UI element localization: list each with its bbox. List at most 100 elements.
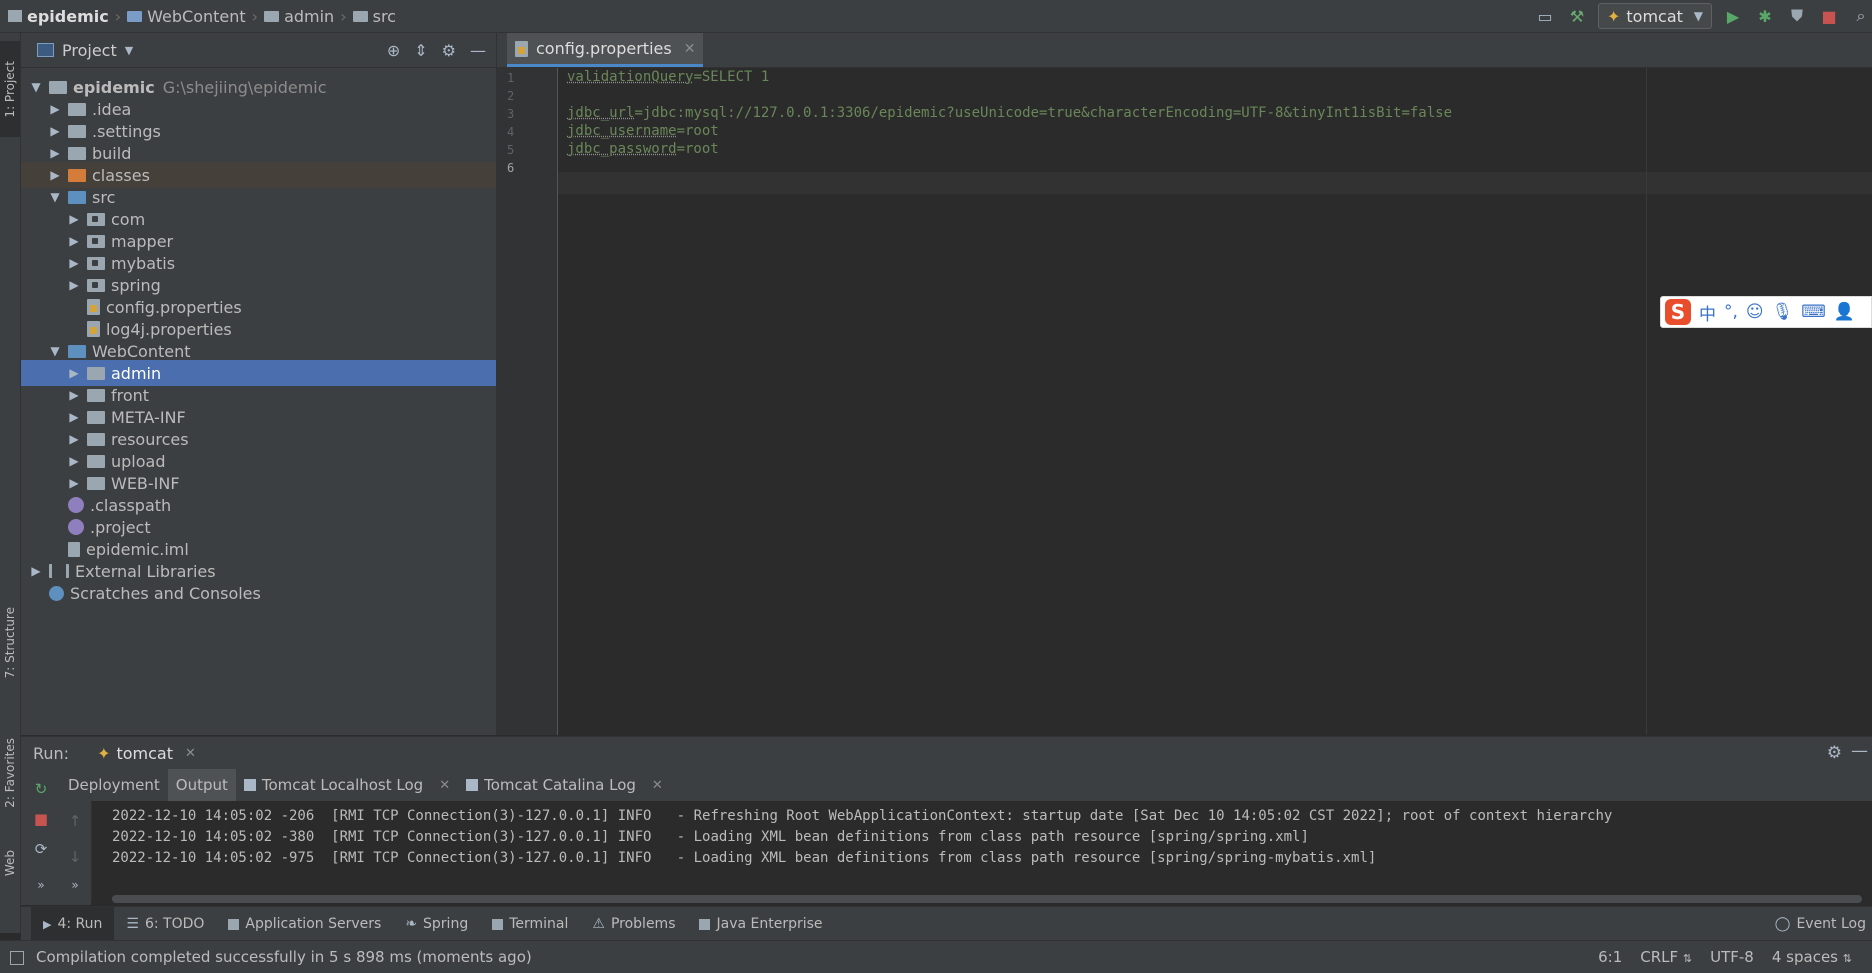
code-editor[interactable]: 123456 validationQuery=SELECT 1 jdbc_url=… xyxy=(497,68,1872,735)
package-icon xyxy=(87,212,105,226)
tool-tab-todo[interactable]: ☰ 6: TODO xyxy=(114,907,216,941)
stop-icon[interactable]: ■ xyxy=(1818,5,1840,27)
horizontal-scrollbar[interactable] xyxy=(112,895,1862,903)
gear-icon[interactable]: ⚙ xyxy=(1827,743,1842,763)
run-configuration-dropdown[interactable]: ✦ tomcat ▼ xyxy=(1598,3,1712,29)
collapsed-arrow-icon[interactable]: ▶ xyxy=(48,146,62,160)
status-message[interactable]: Compilation completed successfully in 5 … xyxy=(36,948,532,966)
line-number: 5 xyxy=(507,143,515,157)
minimize-icon[interactable]: — xyxy=(1851,741,1868,761)
close-icon[interactable]: ✕ xyxy=(652,778,663,793)
collapsed-arrow-icon[interactable]: ▶ xyxy=(29,564,43,578)
collapsed-arrow-icon[interactable]: ▶ xyxy=(67,366,81,380)
caret-position[interactable]: 6:1 xyxy=(1598,948,1622,966)
subtab-tomcat-localhost-log[interactable]: Tomcat Localhost Log ✕ xyxy=(236,769,458,801)
breadcrumb-item-epidemic[interactable]: epidemic xyxy=(8,7,109,26)
indent-selector[interactable]: 4 spaces ⇅ xyxy=(1772,948,1852,966)
breadcrumb-item-src[interactable]: src xyxy=(352,7,396,26)
line-separator-selector[interactable]: CRLF ⇅ xyxy=(1640,948,1692,966)
tool-tab-event-log[interactable]: ◯ Event Log xyxy=(1775,907,1872,941)
libraries-icon xyxy=(49,564,69,578)
run-icon[interactable]: ▶ xyxy=(1722,5,1744,27)
expanded-arrow-icon[interactable]: ▼ xyxy=(29,80,43,94)
breadcrumb-item-webcontent[interactable]: WebContent xyxy=(127,7,246,26)
tree-node-label: src xyxy=(92,187,116,207)
project-panel-actions: ⊕ ⇕ ⚙ — xyxy=(387,33,486,67)
more-icon[interactable]: » xyxy=(31,875,51,895)
eclipse-file-icon xyxy=(68,519,84,535)
locate-target-icon[interactable]: ⊕ xyxy=(387,41,400,60)
status-window-icon[interactable] xyxy=(10,951,24,965)
rerun-icon[interactable]: ↻ xyxy=(31,779,51,799)
arrow-down-icon[interactable]: ↓ xyxy=(65,847,85,867)
arrow-up-icon[interactable]: ↑ xyxy=(65,811,85,831)
package-icon xyxy=(87,234,105,248)
update-icon[interactable]: ⟳ xyxy=(31,839,51,859)
tool-tab-project[interactable]: 1: Project xyxy=(0,41,20,137)
tool-tab-application-servers[interactable]: Application Servers xyxy=(216,907,393,941)
expanded-arrow-icon[interactable]: ▼ xyxy=(48,344,62,358)
project-view-selector[interactable]: Project ▼ xyxy=(37,41,133,60)
expanded-arrow-icon[interactable]: ▼ xyxy=(48,190,62,204)
tool-tab-problems[interactable]: ⚠ Problems xyxy=(580,907,687,941)
tree-node-scratches-and-consoles[interactable]: ▶Scratches and Consoles xyxy=(21,580,496,606)
tool-tab-structure[interactable]: 7: Structure xyxy=(0,593,20,693)
collapsed-arrow-icon[interactable]: ▶ xyxy=(67,454,81,468)
ime-toolbar[interactable]: S 中 °, ☺ 🎙 ⌨ 👤 xyxy=(1660,296,1872,328)
breadcrumb-item-admin[interactable]: admin xyxy=(264,7,334,26)
minimize-icon[interactable]: — xyxy=(470,41,486,60)
debug-icon[interactable]: ✱ xyxy=(1754,5,1776,27)
stop-icon[interactable]: ■ xyxy=(31,809,51,829)
collapsed-arrow-icon[interactable]: ▶ xyxy=(67,256,81,270)
subtab-deployment[interactable]: Deployment xyxy=(60,769,168,801)
close-icon[interactable]: ✕ xyxy=(185,746,196,761)
search-icon[interactable]: ⌕ xyxy=(1850,5,1872,27)
user-icon[interactable]: 👤 xyxy=(1834,302,1855,322)
tool-tab-web[interactable]: Web xyxy=(0,833,20,893)
tool-tab-favorites[interactable]: 2: Favorites xyxy=(0,723,20,823)
properties-file-icon xyxy=(87,299,100,315)
property-key: jdbc_username xyxy=(567,123,677,139)
more-icon[interactable]: » xyxy=(65,875,85,895)
build-hammer-icon[interactable]: ⚒ xyxy=(1566,5,1588,27)
collapsed-arrow-icon[interactable]: ▶ xyxy=(48,168,62,182)
line-number: 4 xyxy=(507,125,515,139)
emoji-icon[interactable]: ☺ xyxy=(1746,302,1764,322)
property-value: =jdbc:mysql://127.0.0.1:3306/epidemic?us… xyxy=(634,105,1453,121)
subtab-tomcat-catalina-log[interactable]: Tomcat Catalina Log ✕ xyxy=(458,769,671,801)
close-icon[interactable]: ✕ xyxy=(439,778,450,793)
gear-icon[interactable]: ⚙ xyxy=(442,41,456,60)
collapsed-arrow-icon[interactable]: ▶ xyxy=(48,124,62,138)
window-icon[interactable]: ▭ xyxy=(1534,5,1556,27)
collapsed-arrow-icon[interactable]: ▶ xyxy=(67,212,81,226)
collapsed-arrow-icon[interactable]: ▶ xyxy=(67,410,81,424)
tool-tab-terminal[interactable]: Terminal xyxy=(480,907,580,941)
microphone-icon[interactable]: 🎙 xyxy=(1772,302,1794,322)
tool-tab-java-enterprise[interactable]: Java Enterprise xyxy=(687,907,834,941)
tab-config-properties[interactable]: config.properties ✕ xyxy=(507,33,704,67)
collapsed-arrow-icon[interactable]: ▶ xyxy=(67,476,81,490)
collapse-all-icon[interactable]: ⇕ xyxy=(414,41,427,60)
keyboard-icon[interactable]: ⌨ xyxy=(1801,302,1826,322)
folder-icon xyxy=(87,410,105,424)
tool-tab-run[interactable]: ▶ 4: Run xyxy=(31,907,115,941)
code-line: validationQuery=SELECT 1 xyxy=(567,69,769,85)
coverage-icon[interactable]: ⛊ xyxy=(1786,5,1808,27)
close-icon[interactable]: ✕ xyxy=(684,41,696,57)
folder-icon xyxy=(87,366,105,380)
subtab-output[interactable]: Output xyxy=(167,769,236,801)
project-icon xyxy=(8,10,22,22)
left-tool-stripe: 1: Project 7: Structure 2: Favorites Web xyxy=(0,33,21,933)
collapsed-arrow-icon[interactable]: ▶ xyxy=(67,278,81,292)
ime-punctuation[interactable]: °, xyxy=(1724,302,1738,322)
collapsed-arrow-icon[interactable]: ▶ xyxy=(67,234,81,248)
run-tab-tomcat[interactable]: ✦ tomcat ✕ xyxy=(97,737,196,769)
console-output[interactable]: 2022-12-10 14:05:02 -206 [RMI TCP Connec… xyxy=(91,802,1872,903)
web-folder-icon xyxy=(127,10,143,22)
ime-mode[interactable]: 中 xyxy=(1699,300,1716,325)
collapsed-arrow-icon[interactable]: ▶ xyxy=(67,432,81,446)
collapsed-arrow-icon[interactable]: ▶ xyxy=(48,102,62,116)
encoding-selector[interactable]: UTF-8 xyxy=(1710,948,1754,966)
tool-tab-spring[interactable]: ❧ Spring xyxy=(393,907,480,941)
collapsed-arrow-icon[interactable]: ▶ xyxy=(67,388,81,402)
